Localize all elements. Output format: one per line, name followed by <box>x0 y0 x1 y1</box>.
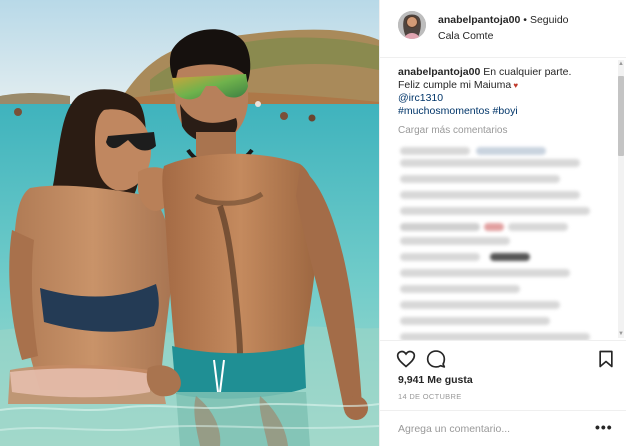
username-link[interactable]: anabelpantoja00 <box>438 14 520 26</box>
blurred-comment <box>400 317 550 325</box>
blurred-comment <box>400 207 590 215</box>
blurred-comment <box>400 159 580 167</box>
post-panel: anabelpantoja00 • Seguido Cala Comte anabe… <box>379 0 626 446</box>
blurred-comment <box>400 333 590 340</box>
blurred-comment <box>400 191 580 199</box>
comment-icon[interactable] <box>426 349 446 369</box>
avatar[interactable] <box>398 11 426 39</box>
scroll-down-arrow-icon[interactable]: ▼ <box>618 330 624 338</box>
post-photo[interactable] <box>0 0 379 446</box>
heart-emoji-icon: ♥ <box>511 81 519 90</box>
comments-section: anabelpantoja00 En cualquier parte. Feliz… <box>380 58 626 340</box>
heart-icon[interactable] <box>396 349 416 369</box>
blurred-comment <box>476 147 546 155</box>
scrollbar-thumb[interactable] <box>618 76 624 156</box>
blurred-comment <box>490 253 530 261</box>
post-date[interactable]: 14 DE OCTUBRE <box>398 392 462 401</box>
comment-form: ••• <box>380 410 626 446</box>
follow-status-button[interactable]: Seguido <box>530 14 569 26</box>
header-user-line: anabelpantoja00 • Seguido <box>438 14 569 26</box>
load-more-comments-link[interactable]: Cargar más comentarios <box>398 125 507 136</box>
blurred-comment <box>508 223 568 231</box>
scroll-up-arrow-icon[interactable]: ▲ <box>618 60 624 68</box>
hashtag-link[interactable]: #boyi <box>493 105 518 117</box>
avatar-image <box>398 11 426 39</box>
blurred-comment <box>400 147 470 155</box>
mention-link[interactable]: @irc1310 <box>398 92 443 104</box>
blurred-comment <box>484 223 504 231</box>
blurred-comment <box>400 301 560 309</box>
blurred-comment <box>400 237 510 245</box>
post-header: anabelpantoja00 • Seguido Cala Comte <box>380 0 626 58</box>
caption: anabelpantoja00 En cualquier parte. Feliz… <box>398 66 613 118</box>
caption-username-link[interactable]: anabelpantoja00 <box>398 66 480 78</box>
blurred-comment <box>400 253 480 261</box>
blurred-comment <box>400 223 480 231</box>
caption-line1: En cualquier parte. <box>483 66 572 78</box>
blurred-comment <box>400 175 560 183</box>
more-options-icon[interactable]: ••• <box>595 419 613 435</box>
comment-input[interactable] <box>398 421 588 437</box>
bookmark-icon[interactable] <box>596 349 616 369</box>
likes-count[interactable]: 9,941 Me gusta <box>398 374 473 386</box>
caption-line2: Feliz cumple mi Maiuma <box>398 79 512 91</box>
location-link[interactable]: Cala Comte <box>438 30 493 42</box>
hashtag-link[interactable]: #muchosmomentos <box>398 105 490 117</box>
beach-photo <box>0 0 379 446</box>
separator-dot: • <box>523 14 527 26</box>
blurred-comment <box>400 269 570 277</box>
instagram-post: anabelpantoja00 • Seguido Cala Comte anabe… <box>0 0 626 446</box>
blurred-comment <box>400 285 520 293</box>
post-actions <box>380 340 626 378</box>
